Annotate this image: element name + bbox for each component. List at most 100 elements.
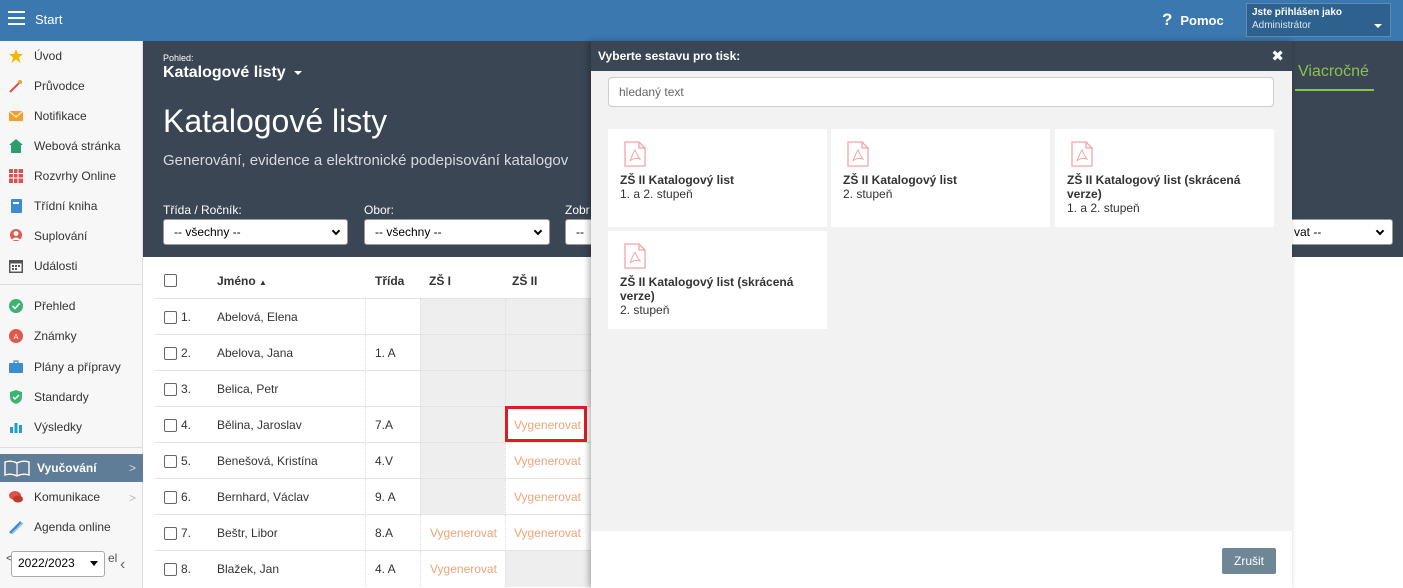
row-select[interactable]: 6. xyxy=(164,479,216,515)
student-class: 7.A xyxy=(365,407,420,443)
school-year-select[interactable]: 2022/2023 xyxy=(11,551,105,577)
sidebar-item-notifikace[interactable]: Notifikace xyxy=(0,103,143,129)
chevron-down-icon xyxy=(533,226,543,236)
table-row: 3. Belica, Petr xyxy=(155,370,591,407)
chevron-down-icon xyxy=(1375,226,1385,236)
sidebar-item-vyucovani[interactable]: Vyučování > xyxy=(0,454,143,482)
print-dialog: Vyberte sestavu pro tisk: ✖ hledaný text… xyxy=(591,41,1292,588)
sidebar-item-suplovani[interactable]: Suplování xyxy=(0,223,143,249)
search-input[interactable]: hledaný text xyxy=(608,77,1274,107)
report-card[interactable]: ZŠ II Katalogový list 1. a 2. stupeň xyxy=(608,129,827,227)
row-checkbox[interactable] xyxy=(164,490,177,504)
dialog-title: Vyberte sestavu pro tisk: xyxy=(598,49,741,63)
filter-field-value: -- všechny -- xyxy=(375,225,442,239)
filter-class-label: Třída / Ročník: xyxy=(163,203,242,217)
sidebar-item-prehled[interactable]: Přehled xyxy=(0,293,143,319)
start-link[interactable]: Start xyxy=(35,12,62,27)
row-number: 1. xyxy=(181,310,192,324)
sidebar-item-webova-stranka[interactable]: Webová stránka xyxy=(0,133,143,159)
col-header-zs2[interactable]: ZŠ II xyxy=(512,274,537,288)
zs1-cell[interactable]: Vygenerovat xyxy=(420,551,505,587)
row-checkbox[interactable] xyxy=(164,562,177,576)
row-checkbox[interactable] xyxy=(164,382,177,396)
report-card[interactable]: ZŠ II Katalogový list 2. stupeň xyxy=(831,129,1050,227)
student-name: Abelova, Jana xyxy=(217,346,294,360)
zs1-cell[interactable] xyxy=(420,443,505,479)
collapse-sidebar-icon[interactable]: ‹ xyxy=(120,556,125,574)
sidebar-item-label: Komunikace xyxy=(34,490,101,504)
grade-icon: A xyxy=(8,328,24,344)
report-title: ZŠ II Katalogový list xyxy=(843,173,958,187)
zs1-cell[interactable] xyxy=(420,371,505,407)
menu-icon[interactable] xyxy=(8,11,25,25)
col-header-name[interactable]: Jméno ▲ xyxy=(217,274,267,288)
zs2-cell[interactable] xyxy=(505,335,591,371)
row-select[interactable]: 7. xyxy=(164,515,216,551)
zs1-cell[interactable] xyxy=(420,335,505,371)
help-button[interactable]: ? Pomoc xyxy=(1162,10,1224,30)
tab-viacrocne[interactable]: Viacročné xyxy=(1298,63,1369,81)
zs1-cell[interactable] xyxy=(420,407,505,443)
zs1-cell[interactable] xyxy=(420,299,505,335)
sidebar-item-uvod[interactable]: Úvod xyxy=(0,43,143,69)
sidebar-item-label: Agenda online xyxy=(34,520,111,534)
chevron-down-icon xyxy=(331,226,341,236)
col-header-class[interactable]: Třída xyxy=(375,274,404,288)
sidebar-item-tridni-kniha[interactable]: Třídní kniha xyxy=(0,193,143,219)
wand-icon xyxy=(8,78,24,94)
row-select[interactable]: 4. xyxy=(164,407,216,443)
report-card[interactable]: ZŠ II Katalogový list (skrácená verze) 2.… xyxy=(608,231,827,329)
sidebar-item-plany[interactable]: Plány a přípravy xyxy=(0,354,143,380)
sidebar-item-agenda[interactable]: Agenda online xyxy=(0,514,143,540)
report-title: ZŠ II Katalogový list xyxy=(620,173,735,187)
school-year-value: 2022/2023 xyxy=(18,556,75,570)
student-name: Blažek, Jan xyxy=(217,562,280,576)
cancel-button[interactable]: Zrušit xyxy=(1222,548,1276,574)
zs2-cell[interactable]: Vygenerovat xyxy=(505,443,591,479)
sidebar-item-vysledky[interactable]: Výsledky xyxy=(0,414,143,440)
row-checkbox[interactable] xyxy=(164,418,177,432)
open-book-icon xyxy=(3,460,31,477)
sidebar-item-label: Notifikace xyxy=(34,109,87,123)
col-header-zs1[interactable]: ZŠ I xyxy=(429,274,451,288)
user-line1: Jste přihlášen jako xyxy=(1252,7,1343,18)
view-selector[interactable]: Katalogové listy xyxy=(163,64,302,82)
report-card[interactable]: ZŠ II Katalogový list (skrácená verze) 1.… xyxy=(1055,129,1274,227)
row-select[interactable]: 1. xyxy=(164,299,216,335)
sidebar-item-komunikace[interactable]: Komunikace > xyxy=(0,484,143,510)
dialog-footer xyxy=(591,531,1292,588)
user-menu[interactable]: Jste přihlášen jako Administrátor xyxy=(1246,3,1391,37)
filter-field-select[interactable]: -- všechny -- xyxy=(364,219,550,245)
row-select[interactable]: 2. xyxy=(164,335,216,371)
table-row: 1. Abelová, Elena xyxy=(155,298,591,335)
student-class: 4.V xyxy=(365,443,420,479)
row-select[interactable]: 5. xyxy=(164,443,216,479)
zs2-cell[interactable]: Vygenerovat xyxy=(505,515,591,551)
row-checkbox[interactable] xyxy=(164,310,177,324)
row-select[interactable]: 8. xyxy=(164,551,216,587)
chevron-down-icon xyxy=(90,561,98,566)
zs2-cell[interactable]: Vygenerovat xyxy=(505,479,591,515)
row-checkbox[interactable] xyxy=(164,454,177,468)
filter-class-select[interactable]: -- všechny -- xyxy=(163,219,348,245)
zs2-cell[interactable] xyxy=(505,299,591,335)
sidebar-item-udalosti[interactable]: Události xyxy=(0,253,143,279)
zs1-cell[interactable]: Vygenerovat xyxy=(420,515,505,551)
zs2-cell[interactable] xyxy=(505,371,591,407)
select-all-checkbox[interactable] xyxy=(164,274,177,287)
row-checkbox[interactable] xyxy=(164,346,177,360)
sidebar-item-label: Webová stránka xyxy=(34,139,121,153)
sidebar-item-pruvodce[interactable]: Průvodce xyxy=(0,73,143,99)
sidebar-item-rozvrhy[interactable]: Rozvrhy Online xyxy=(0,163,143,189)
close-icon[interactable]: ✖ xyxy=(1271,47,1284,65)
table-row: 5. Benešová, Kristína 4.V Vygenerovat xyxy=(155,442,591,479)
zs2-cell[interactable] xyxy=(505,551,591,587)
filter-right-select[interactable]: vat -- xyxy=(1292,219,1393,245)
row-checkbox[interactable] xyxy=(164,526,177,540)
zs1-cell[interactable] xyxy=(420,479,505,515)
row-select[interactable]: 3. xyxy=(164,371,216,407)
sidebar-item-standardy[interactable]: Standardy xyxy=(0,384,143,410)
sidebar-item-znamky[interactable]: A Známky xyxy=(0,323,143,349)
pdf-file-icon xyxy=(1071,141,1093,170)
content-background xyxy=(1292,257,1403,588)
